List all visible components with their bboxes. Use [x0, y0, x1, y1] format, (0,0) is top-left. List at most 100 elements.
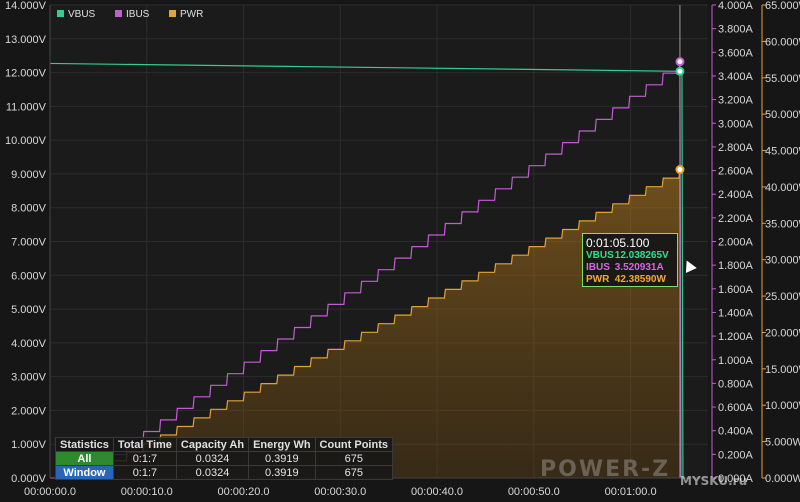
statistics-row-window: Window 0:1:7 0.0324 0.3919 675 [55, 465, 393, 480]
stats-header: Capacity Ah [175, 437, 250, 452]
stats-cell: 0.0324 [175, 451, 250, 466]
y-left-tick-label: 12.000V [5, 68, 47, 80]
y-right1-tick-label: 0.200A [718, 449, 754, 461]
y-right1-tick-label: 0.800A [718, 378, 754, 390]
ibus-cursor-point [675, 57, 685, 67]
y-right2-tick-label: 20.000W [765, 327, 800, 339]
tooltip-vbus-label: VBUS [586, 250, 614, 261]
stats-all-button[interactable]: All [55, 451, 114, 466]
y-right1-tick-label: 1.600A [718, 284, 754, 296]
y-right2-tick-label: 55.000W [765, 73, 800, 85]
y-left-tick-label: 4.000V [11, 338, 47, 350]
y-right2-tick-label: 40.000W [765, 182, 800, 194]
y-right1-tick-label: 2.400A [718, 189, 754, 201]
legend-label: PWR [180, 9, 203, 20]
y-right1-tick-label: 2.600A [718, 166, 754, 178]
statistics-table: Statistics Total Time Capacity Ah Energy… [55, 437, 393, 480]
tooltip-pwr-label: PWR [586, 274, 610, 285]
stats-header: Count Points [314, 437, 393, 452]
x-tick-label: 00:00:00.0 [24, 486, 76, 498]
cursor-tooltip: 0:01:05.100 VBUS 12.038265V IBUS 3.52093… [582, 233, 678, 287]
stats-header: Energy Wh [248, 437, 316, 452]
y-left-tick-label: 1.000V [11, 439, 47, 451]
y-right1-tick-label: 3.000A [718, 118, 754, 130]
y-left-tick-label: 7.000V [11, 237, 47, 249]
y-right1-tick-label: 4.000A [718, 0, 754, 12]
stats-cell: 0:1:7 [112, 465, 177, 480]
y-right2-tick-label: 35.000W [765, 218, 800, 230]
y-left-tick-label: 0.000V [11, 473, 47, 485]
y-left-tick-label: 9.000V [11, 169, 47, 181]
legend-label: IBUS [126, 9, 150, 20]
vbus-cursor-point [675, 66, 685, 76]
y-right2-tick-label: 45.000W [765, 146, 800, 158]
y-left-tick-label: 8.000V [11, 203, 47, 215]
y-right1-tick-label: 3.800A [718, 24, 754, 36]
x-tick-label: 00:00:20.0 [218, 486, 270, 498]
y-left-tick-label: 6.000V [11, 270, 47, 282]
y-left-tick-label: 13.000V [5, 34, 47, 46]
stats-window-button[interactable]: Window [55, 465, 114, 480]
statistics-row-all: All 0:1:7 0.0324 0.3919 675 [55, 451, 393, 466]
legend-swatch [57, 10, 64, 17]
mysku-watermark: MYSKU.ru [680, 474, 747, 498]
tooltip-pwr-value: 42.38590W [614, 274, 666, 285]
y-right2-tick-label: 65.000W [765, 0, 800, 12]
tooltip-ibus-label: IBUS [586, 262, 610, 273]
x-tick-label: 00:01:00.0 [605, 486, 657, 498]
mysku-watermark-tld: .ru [728, 474, 748, 488]
x-tick-label: 00:00:10.0 [121, 486, 173, 498]
tooltip-time: 0:01:05.100 [586, 236, 650, 250]
y-right1-tick-label: 2.000A [718, 237, 754, 249]
y-right1-tick-label: 1.800A [718, 260, 754, 272]
stats-cell: 675 [314, 451, 393, 466]
stats-cell: 0.0324 [175, 465, 250, 480]
stats-header: Statistics [55, 437, 114, 452]
y-right1-tick-label: 2.800A [718, 142, 754, 154]
y-right2-tick-label: 25.000W [765, 291, 800, 303]
x-tick-label: 00:00:30.0 [314, 486, 366, 498]
pwr-cursor-point [675, 165, 685, 175]
y-right1-tick-label: 0.400A [718, 426, 754, 438]
y-right1-tick-label: 1.400A [718, 307, 754, 319]
statistics-header-row: Statistics Total Time Capacity Ah Energy… [55, 437, 393, 452]
power-z-watermark: POWER-Z [540, 457, 671, 482]
y-right1-tick-label: 3.400A [718, 71, 754, 83]
y-right2-tick-label: 30.000W [765, 255, 800, 267]
legend-swatch [169, 10, 176, 17]
stats-cell: 0:1:7 [112, 451, 177, 466]
y-left-tick-label: 14.000V [5, 0, 47, 12]
y-right2-tick-label: 60.000W [765, 36, 800, 48]
x-tick-label: 00:00:40.0 [411, 486, 463, 498]
tooltip-ibus-row: IBUS 3.520931A [586, 262, 674, 274]
y-right1-tick-label: 2.200A [718, 213, 754, 225]
stats-cell: 0.3919 [248, 451, 316, 466]
tooltip-vbus-value: 12.038265V [614, 250, 669, 261]
y-right2-tick-label: 10.000W [765, 400, 800, 412]
y-right2-tick-label: 0.000W [765, 473, 800, 485]
legend: VBUS IBUS PWR [57, 9, 203, 20]
chart: 0.000V 1.000V 2.000V 3.000V 4.000V 5.000V 6.00… [5, 0, 800, 498]
stats-cell: 0.3919 [248, 465, 316, 480]
y-right1-tick-label: 3.200A [718, 95, 754, 107]
tooltip-pwr-row: PWR 42.38590W [586, 274, 674, 286]
y-right2-tick-label: 15.000W [765, 364, 800, 376]
y-right1-tick-label: 0.600A [718, 402, 754, 414]
y-right1-tick-label: 1.000A [718, 355, 754, 367]
stats-header: Total Time [112, 437, 177, 452]
y-right2-tick-label: 5.000W [765, 437, 800, 449]
y-left-tick-label: 11.000V [6, 101, 47, 113]
tooltip-ibus-value: 3.520931A [614, 262, 664, 273]
stats-cell: 675 [314, 465, 393, 480]
y-left-tick-label: 5.000V [11, 304, 47, 316]
y-right1-tick-label: 3.600A [718, 47, 754, 59]
mysku-watermark-name: MYSKU [680, 474, 729, 488]
tooltip-vbus-row: VBUS 12.038265V [586, 250, 674, 262]
legend-label: VBUS [68, 9, 96, 20]
y-left-tick-label: 3.000V [11, 372, 47, 384]
y-left-tick-label: 2.000V [11, 405, 47, 417]
legend-swatch [115, 10, 122, 17]
x-tick-label: 00:00:50.0 [508, 486, 560, 498]
y-right2-tick-label: 50.000W [765, 109, 800, 121]
y-left-tick-label: 10.000V [5, 135, 47, 147]
